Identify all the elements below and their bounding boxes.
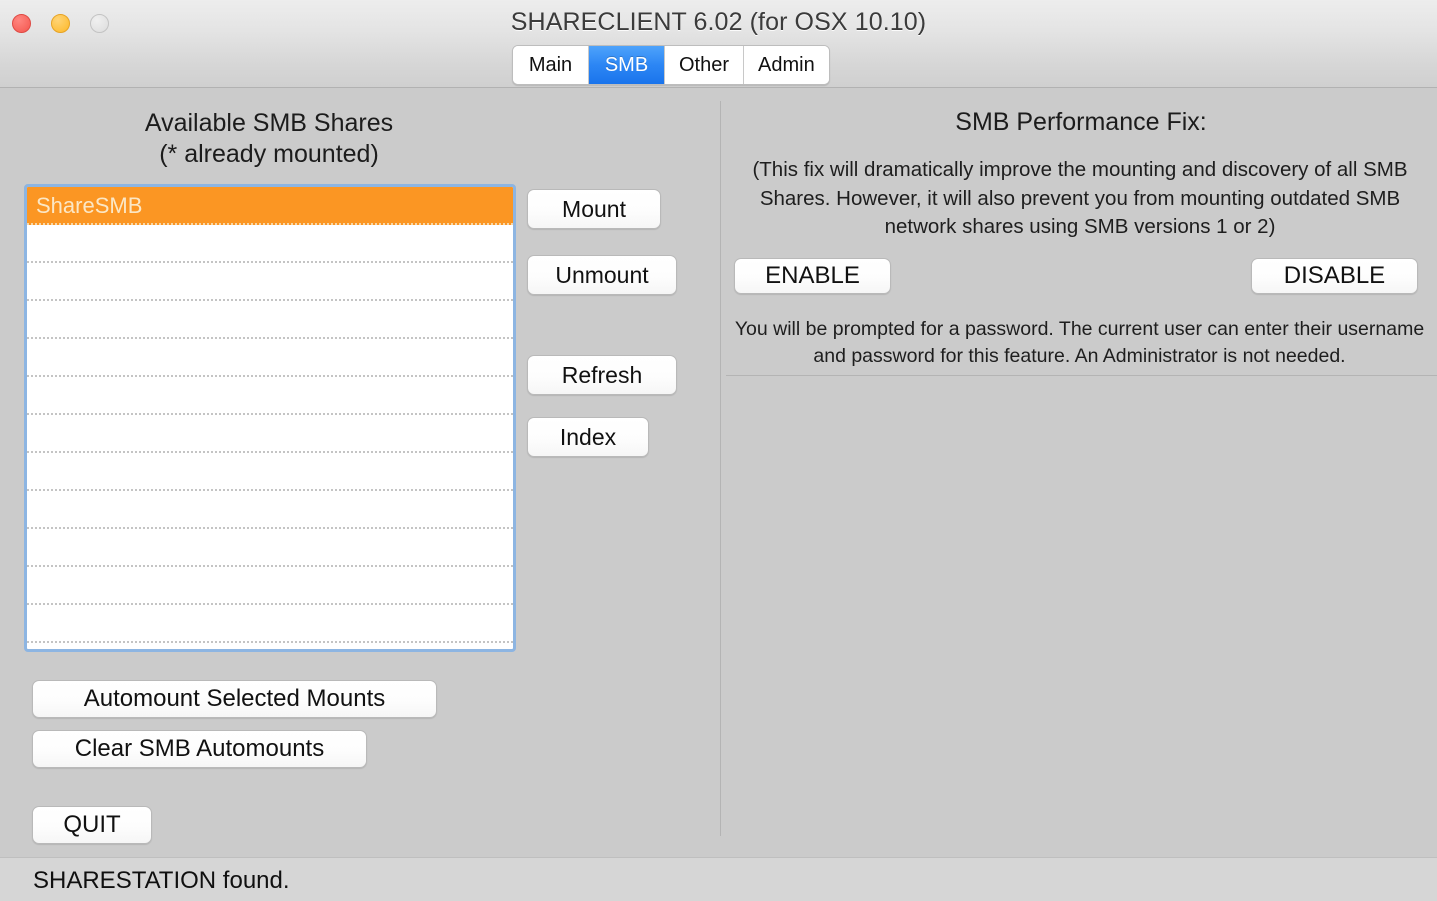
index-button[interactable]: Index <box>527 417 649 457</box>
mount-button[interactable]: Mount <box>527 189 661 229</box>
available-shares-heading: Available SMB Shares (* already mounted) <box>24 108 514 170</box>
available-shares-heading-line2: (* already mounted) <box>159 140 379 168</box>
list-item[interactable] <box>27 453 513 491</box>
list-item[interactable] <box>27 301 513 339</box>
list-item[interactable] <box>27 339 513 377</box>
enable-button[interactable]: ENABLE <box>734 258 891 294</box>
title-bar: SHARECLIENT 6.02 (for OSX 10.10) Main SM… <box>0 0 1437 88</box>
available-shares-heading-line1: Available SMB Shares <box>144 109 394 137</box>
refresh-button[interactable]: Refresh <box>527 355 677 395</box>
list-item[interactable] <box>27 567 513 605</box>
share-list[interactable]: ShareSMB <box>24 184 516 652</box>
list-item[interactable] <box>27 605 513 643</box>
performance-fix-description: (This fix will dramatically improve the … <box>752 158 1408 238</box>
tab-admin[interactable]: Admin <box>744 46 829 84</box>
performance-fix-note: You will be prompted for a password. The… <box>734 318 1425 367</box>
main-content: Available SMB Shares (* already mounted)… <box>0 89 1437 857</box>
app-window: SHARECLIENT 6.02 (for OSX 10.10) Main SM… <box>0 0 1437 901</box>
tab-smb[interactable]: SMB <box>589 46 665 84</box>
list-item[interactable] <box>27 491 513 529</box>
status-message: SHARESTATION found. <box>33 867 290 894</box>
tab-bar: Main SMB Other Admin <box>512 45 830 85</box>
status-bar: SHARESTATION found. <box>0 857 1437 901</box>
automount-selected-mounts-button[interactable]: Automount Selected Mounts <box>32 680 437 718</box>
list-item[interactable] <box>27 225 513 263</box>
list-item[interactable] <box>27 529 513 567</box>
list-item[interactable] <box>27 377 513 415</box>
unmount-button[interactable]: Unmount <box>527 255 677 295</box>
list-item[interactable] <box>27 415 513 453</box>
disable-button[interactable]: DISABLE <box>1251 258 1418 294</box>
list-item[interactable]: ShareSMB <box>27 187 513 225</box>
quit-button[interactable]: QUIT <box>32 806 152 844</box>
section-divider <box>726 375 1437 376</box>
clear-smb-automounts-button[interactable]: Clear SMB Automounts <box>32 730 367 768</box>
tab-main[interactable]: Main <box>513 46 589 84</box>
performance-fix-heading: SMB Performance Fix: <box>955 108 1207 136</box>
window-title: SHARECLIENT 6.02 (for OSX 10.10) <box>510 8 927 36</box>
list-item[interactable] <box>27 263 513 301</box>
tab-other[interactable]: Other <box>665 46 745 84</box>
panel-divider <box>720 101 721 836</box>
